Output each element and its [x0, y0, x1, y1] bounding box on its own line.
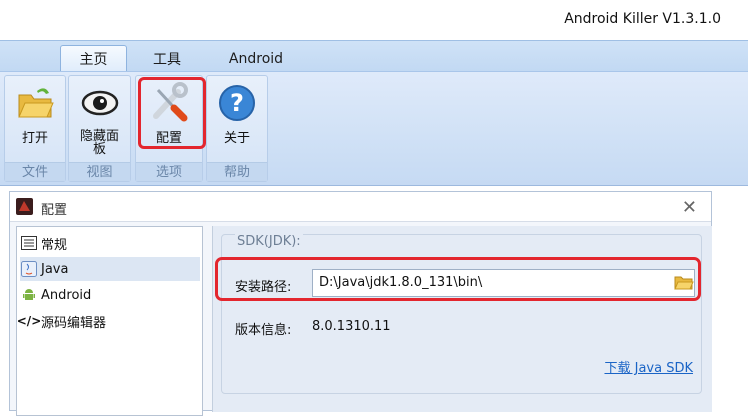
group-view: 隐藏面板 视图	[68, 75, 131, 182]
hide-panel-label: 隐藏面板	[79, 129, 119, 157]
nav-item-label: Android	[41, 287, 92, 303]
settings-content: SDK(JDK): 安装路径: D:\Java\jdk1.8.0_131\bin…	[212, 226, 712, 412]
tab-home[interactable]: 主页	[60, 45, 127, 72]
sdk-legend: SDK(JDK):	[235, 234, 303, 249]
nav-item-source-editor[interactable]: </> 源码编辑器	[16, 309, 107, 333]
app-title: Android Killer V1.3.1.0	[564, 11, 721, 27]
dialog-title: 配置	[41, 203, 68, 218]
list-icon	[20, 234, 38, 252]
group-file-label: 文件	[5, 162, 65, 181]
config-highlight-box	[138, 77, 206, 149]
svg-text:?: ?	[230, 89, 244, 117]
dialog-titlebar: 配置 ✕	[10, 192, 711, 222]
tab-tools[interactable]: 工具	[137, 45, 197, 72]
about-label: 关于	[223, 131, 250, 146]
version-value: 8.0.1310.11	[312, 319, 391, 334]
version-label: 版本信息:	[235, 323, 292, 338]
open-label: 打开	[21, 131, 48, 146]
hide-panel-button[interactable]: 隐藏面板	[69, 76, 130, 162]
group-options-label: 选项	[136, 162, 202, 181]
java-icon	[20, 260, 38, 278]
ribbon-panel: 打开 文件 隐藏面板 视图 配置 选项 ? 关于 帮助	[0, 71, 748, 186]
nav-item-general[interactable]: 常规	[20, 231, 67, 255]
code-icon: </>	[16, 314, 42, 328]
nav-item-label: Java	[41, 261, 69, 277]
ribbon-tabstrip: 主页 工具 Android	[0, 40, 748, 72]
download-java-sdk-link[interactable]: 下载 Java SDK	[604, 357, 693, 376]
nav-item-java[interactable]: Java	[20, 257, 200, 281]
config-dialog: 配置 ✕ 常规 Java Android </> 源码编辑器 SDK(JDK):…	[9, 191, 712, 416]
app-logo-icon	[16, 198, 33, 215]
open-button[interactable]: 打开	[5, 76, 65, 162]
folder-open-icon	[14, 82, 56, 124]
eye-icon	[79, 82, 121, 124]
install-path-highlight-box	[215, 257, 701, 301]
nav-item-label: 常规	[41, 237, 68, 253]
group-help: ? 关于 帮助	[206, 75, 268, 182]
nav-item-android[interactable]: Android	[20, 283, 91, 307]
about-button[interactable]: ? 关于	[207, 76, 267, 162]
group-help-label: 帮助	[207, 162, 267, 181]
close-icon[interactable]: ✕	[682, 197, 697, 218]
nav-item-label: 源码编辑器	[41, 315, 107, 331]
group-file: 打开 文件	[4, 75, 66, 182]
settings-nav: 常规 Java Android </> 源码编辑器	[16, 226, 203, 416]
help-icon: ?	[216, 82, 258, 124]
tab-android[interactable]: Android	[213, 45, 299, 72]
title-bar: Android Killer V1.3.1.0	[0, 0, 748, 40]
group-view-label: 视图	[69, 162, 130, 181]
android-icon	[20, 286, 38, 304]
